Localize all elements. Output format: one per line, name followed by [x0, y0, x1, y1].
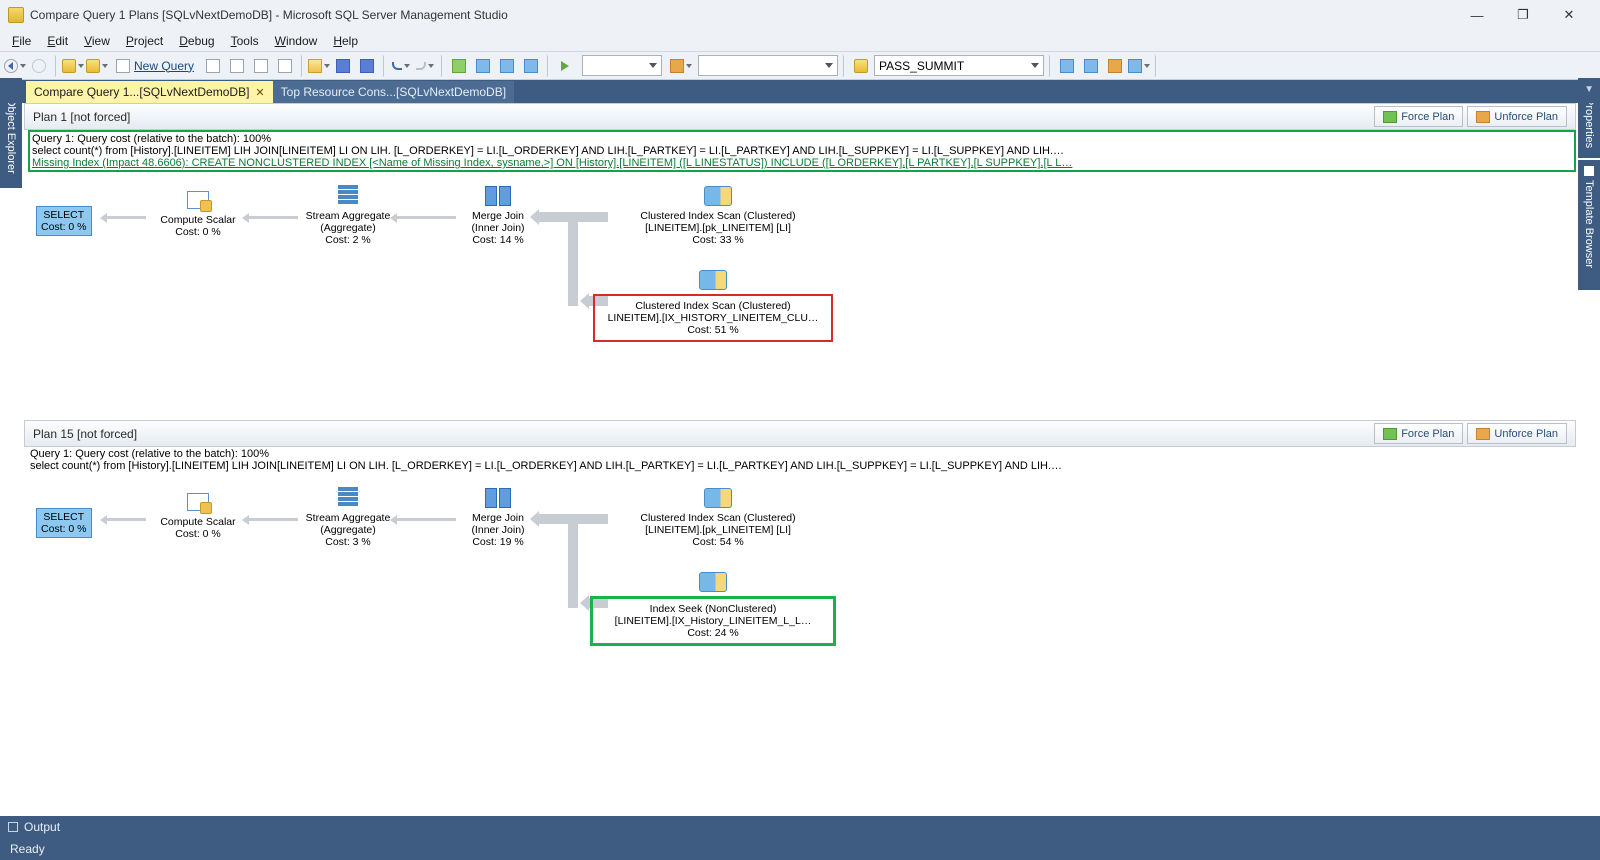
save-button[interactable]: [332, 55, 354, 77]
plan1-title: Plan 1 [not forced]: [33, 110, 130, 124]
db3-button[interactable]: [850, 55, 872, 77]
close-button[interactable]: ✕: [1546, 0, 1592, 30]
op-stream-aggregate[interactable]: Stream Aggregate (Aggregate) Cost: 3 %: [288, 486, 408, 548]
separator: [380, 55, 384, 77]
op-select[interactable]: SELECTCost: 0 %: [36, 206, 92, 236]
open-button[interactable]: [308, 55, 330, 77]
t4-button[interactable]: [520, 55, 542, 77]
plan2-canvas[interactable]: SELECTCost: 0 % Compute Scalar Cost: 0 %…: [28, 478, 1576, 738]
op-compute-scalar[interactable]: Compute Scalar Cost: 0 %: [138, 490, 258, 540]
r4-button[interactable]: [1128, 55, 1150, 77]
unforce-icon: [1476, 111, 1490, 123]
separator: [52, 55, 56, 77]
nav-back-button[interactable]: [4, 55, 26, 77]
plan1-query-text: Query 1: Query cost (relative to the bat…: [28, 130, 1576, 172]
op-clustered-scan[interactable]: Clustered Index Scan (Clustered) [LINEIT…: [603, 486, 833, 548]
pin-icon: [8, 822, 18, 832]
t3-button[interactable]: [496, 55, 518, 77]
redo-button[interactable]: [414, 55, 436, 77]
document-tabs: Compare Query 1...[SQLvNextDemoDB]✕ Top …: [0, 80, 1600, 103]
statusbar: Ready: [0, 838, 1600, 860]
window-title: Compare Query 1 Plans [SQLvNextDemoDB] -…: [30, 8, 1454, 22]
pin-icon: [1584, 166, 1594, 176]
t2-button[interactable]: [472, 55, 494, 77]
op-merge-join[interactable]: Merge Join (Inner Join) Cost: 14 %: [448, 184, 548, 246]
combo-empty2[interactable]: [698, 55, 838, 76]
new-query-button[interactable]: New Query: [110, 55, 200, 77]
tab-overflow-button[interactable]: ▼: [1584, 84, 1594, 95]
menubar: File Edit View Project Debug Tools Windo…: [0, 30, 1600, 52]
r2-button[interactable]: [1080, 55, 1102, 77]
q2-button[interactable]: [226, 55, 248, 77]
app-icon: [8, 7, 24, 23]
r1-button[interactable]: [1056, 55, 1078, 77]
t1-button[interactable]: [448, 55, 470, 77]
tab-compare-query[interactable]: Compare Query 1...[SQLvNextDemoDB]✕: [26, 81, 273, 103]
play-icon: [561, 61, 569, 71]
menu-help[interactable]: Help: [325, 32, 366, 50]
unforce-plan-button[interactable]: Unforce Plan: [1467, 423, 1567, 444]
template-browser-tab[interactable]: Template Browser: [1578, 160, 1600, 290]
titlebar: Compare Query 1 Plans [SQLvNextDemoDB] -…: [0, 0, 1600, 30]
force-plan-button[interactable]: Force Plan: [1374, 106, 1463, 127]
doc-icon: [116, 59, 130, 73]
menu-window[interactable]: Window: [267, 32, 326, 50]
force-icon: [1383, 428, 1397, 440]
menu-project[interactable]: Project: [118, 32, 171, 50]
plan1-canvas[interactable]: SELECTCost: 0 % Compute Scalar Cost: 0 %…: [28, 176, 1576, 416]
op-index-seek[interactable]: Index Seek (NonClustered) [LINEITEM].[IX…: [590, 570, 836, 646]
output-panel-header[interactable]: Output: [0, 816, 1600, 838]
separator: [544, 55, 548, 77]
separator: [840, 55, 844, 77]
op-stream-aggregate[interactable]: Stream Aggregate (Aggregate) Cost: 2 %: [288, 184, 408, 246]
menu-file[interactable]: File: [4, 32, 39, 50]
unforce-icon: [1476, 428, 1490, 440]
play-button[interactable]: [554, 55, 576, 77]
separator: [1152, 55, 1156, 77]
separator: [298, 55, 302, 77]
plan2-title: Plan 15 [not forced]: [33, 427, 137, 441]
folder-icon: [308, 59, 322, 73]
database-combo[interactable]: PASS_SUMMIT: [874, 55, 1044, 76]
q1-button[interactable]: [202, 55, 224, 77]
output-label: Output: [24, 820, 60, 834]
status-text: Ready: [10, 842, 45, 856]
op-compute-scalar[interactable]: Compute Scalar Cost: 0 %: [138, 188, 258, 238]
undo-button[interactable]: [390, 55, 412, 77]
combo-empty[interactable]: [582, 55, 662, 76]
unforce-plan-button[interactable]: Unforce Plan: [1467, 106, 1567, 127]
plan2-header: Plan 15 [not forced] Force Plan Unforce …: [24, 420, 1576, 447]
cfg-button[interactable]: [670, 55, 692, 77]
op-clustered-scan-1[interactable]: Clustered Index Scan (Clustered) [LINEIT…: [603, 184, 833, 246]
db-button[interactable]: [62, 55, 84, 77]
force-icon: [1383, 111, 1397, 123]
menu-edit[interactable]: Edit: [39, 32, 76, 50]
op-merge-join[interactable]: Merge Join (Inner Join) Cost: 19 %: [448, 486, 548, 548]
q4-button[interactable]: [274, 55, 296, 77]
force-plan-button[interactable]: Force Plan: [1374, 423, 1463, 444]
separator: [1046, 55, 1050, 77]
op-select[interactable]: SELECTCost: 0 %: [36, 508, 92, 538]
separator: [438, 55, 442, 77]
close-icon[interactable]: ✕: [255, 86, 264, 99]
menu-view[interactable]: View: [76, 32, 118, 50]
nav-fwd-button[interactable]: [28, 55, 50, 77]
saveall-button[interactable]: [356, 55, 378, 77]
r3-button[interactable]: [1104, 55, 1126, 77]
q3-button[interactable]: [250, 55, 272, 77]
menu-debug[interactable]: Debug: [171, 32, 222, 50]
toolbar: New Query PASS_SUMMIT: [0, 52, 1600, 80]
op-clustered-scan-2[interactable]: Clustered Index Scan (Clustered) LINEITE…: [593, 268, 833, 342]
db2-button[interactable]: [86, 55, 108, 77]
maximize-button[interactable]: ❐: [1500, 0, 1546, 30]
save-icon: [336, 59, 350, 73]
plan2-query-text: Query 1: Query cost (relative to the bat…: [28, 447, 1576, 474]
menu-tools[interactable]: Tools: [223, 32, 267, 50]
minimize-button[interactable]: —: [1454, 0, 1500, 30]
plan1-header: Plan 1 [not forced] Force Plan Unforce P…: [24, 103, 1576, 130]
tab-top-resource[interactable]: Top Resource Cons...[SQLvNextDemoDB]: [273, 81, 514, 103]
